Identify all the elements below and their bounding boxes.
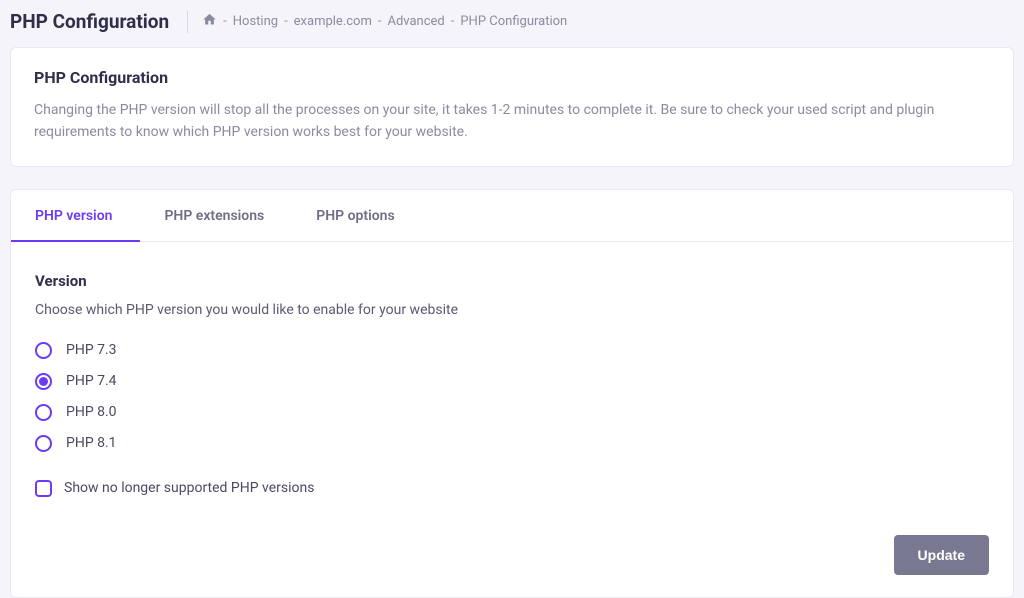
breadcrumb-current: PHP Configuration — [460, 14, 567, 29]
home-icon[interactable] — [202, 12, 217, 31]
version-description: Choose which PHP version you would like … — [35, 302, 989, 318]
version-title: Version — [35, 272, 989, 290]
breadcrumb-sep: - — [451, 14, 455, 29]
radio-icon — [35, 404, 52, 421]
breadcrumb-sep: - — [378, 14, 382, 29]
tab-php-extensions[interactable]: PHP extensions — [140, 190, 292, 242]
config-panel: PHP version PHP extensions PHP options V… — [10, 189, 1014, 598]
page-header: PHP Configuration - Hosting - example.co… — [0, 0, 1024, 47]
tab-bar: PHP version PHP extensions PHP options — [11, 190, 1013, 242]
radio-label: PHP 7.3 — [66, 342, 117, 358]
tab-php-version[interactable]: PHP version — [11, 190, 140, 242]
page-title: PHP Configuration — [10, 10, 187, 33]
checkbox-icon — [35, 480, 52, 497]
breadcrumb-hosting[interactable]: Hosting — [233, 14, 278, 29]
breadcrumb-sep: - — [284, 14, 288, 29]
version-radio-group: PHP 7.3 PHP 7.4 PHP 8.0 PHP 8.1 — [35, 342, 989, 452]
header-divider — [187, 11, 188, 33]
breadcrumb: - Hosting - example.com - Advanced - PHP… — [202, 12, 567, 31]
radio-icon — [35, 373, 52, 390]
version-option-7-3[interactable]: PHP 7.3 — [35, 342, 989, 359]
tab-php-options[interactable]: PHP options — [292, 190, 422, 242]
tab-content: Version Choose which PHP version you wou… — [11, 242, 1013, 597]
version-option-7-4[interactable]: PHP 7.4 — [35, 373, 989, 390]
info-card: PHP Configuration Changing the PHP versi… — [10, 47, 1014, 167]
show-unsupported-checkbox[interactable]: Show no longer supported PHP versions — [35, 480, 989, 497]
radio-label: PHP 8.1 — [66, 435, 117, 451]
radio-label: PHP 7.4 — [66, 373, 117, 389]
info-card-description: Changing the PHP version will stop all t… — [34, 99, 990, 144]
info-card-title: PHP Configuration — [34, 68, 990, 87]
actions-footer: Update — [35, 535, 989, 575]
radio-icon — [35, 435, 52, 452]
radio-label: PHP 8.0 — [66, 404, 117, 420]
breadcrumb-advanced[interactable]: Advanced — [387, 14, 444, 29]
checkbox-label: Show no longer supported PHP versions — [64, 480, 314, 496]
breadcrumb-sep: - — [223, 14, 227, 29]
version-option-8-0[interactable]: PHP 8.0 — [35, 404, 989, 421]
breadcrumb-domain[interactable]: example.com — [294, 14, 372, 29]
version-option-8-1[interactable]: PHP 8.1 — [35, 435, 989, 452]
radio-icon — [35, 342, 52, 359]
update-button[interactable]: Update — [894, 535, 989, 575]
